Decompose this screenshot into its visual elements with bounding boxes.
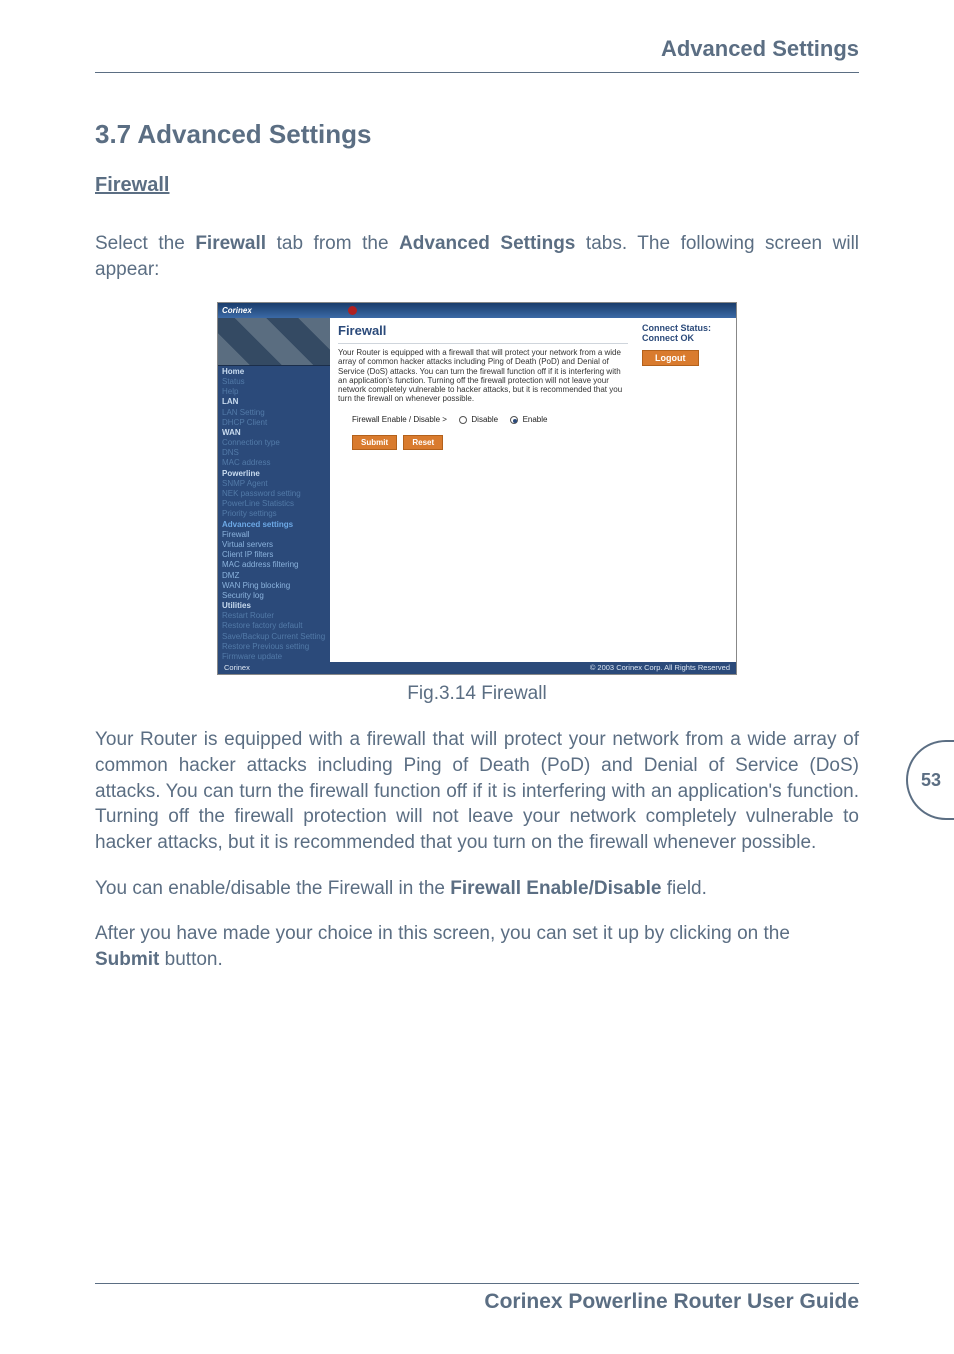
intro-pre: Select the — [95, 233, 195, 254]
nav-item[interactable]: Powerline — [218, 468, 330, 478]
nav-item[interactable]: MAC address filtering — [218, 560, 330, 570]
ss-brand-thumb — [218, 318, 330, 366]
logout-button[interactable]: Logout — [642, 350, 699, 366]
nav-item[interactable]: NEK password setting — [218, 489, 330, 499]
bp3-post: button. — [159, 949, 222, 970]
nav-item[interactable]: Home — [218, 366, 330, 376]
nav-item[interactable]: Restore factory default — [218, 621, 330, 631]
close-icon[interactable] — [348, 306, 357, 315]
intro-paragraph: Select the Firewall tab from the Advance… — [95, 231, 859, 282]
ss-description: Your Router is equipped with a firewall … — [338, 348, 628, 403]
ss-toggle-row: Firewall Enable / Disable > Disable Enab… — [352, 415, 628, 424]
radio-disable-label: Disable — [471, 415, 498, 424]
bp3-b1: Submit — [95, 949, 159, 970]
ss-sidebar: HomeStatusHelpLANLAN SettingDHCP ClientW… — [218, 318, 330, 661]
ss-hr — [338, 343, 628, 344]
nav-item[interactable]: Firewall — [218, 529, 330, 539]
body-para-3: After you have made your choice in this … — [95, 921, 859, 972]
nav-item[interactable]: LAN — [218, 397, 330, 407]
nav-item[interactable]: Help — [218, 387, 330, 397]
nav-item[interactable]: Save/Backup Current Setting — [218, 631, 330, 641]
nav-item[interactable]: SNMP Agent — [218, 478, 330, 488]
bottom-rule — [95, 1283, 859, 1284]
bp2-pre: You can enable/disable the Firewall in t… — [95, 878, 450, 899]
section-heading: 3.7 Advanced Settings — [95, 119, 859, 150]
bp2-post: field. — [661, 878, 706, 899]
nav-item[interactable]: Restore Previous setting — [218, 641, 330, 651]
footer: Corinex Powerline Router User Guide — [95, 1283, 859, 1314]
radio-enable-label: Enable — [523, 415, 548, 424]
screenshot: Corinex HomeStatusHelpLANLAN SettingDHCP… — [217, 302, 737, 675]
body-para-2: You can enable/disable the Firewall in t… — [95, 876, 859, 902]
nav-item[interactable]: Utilities — [218, 601, 330, 611]
sub-heading: Firewall — [95, 174, 859, 197]
nav-item[interactable]: Status — [218, 376, 330, 386]
nav-item[interactable]: Security log — [218, 590, 330, 600]
ss-panel-title: Firewall — [338, 324, 628, 339]
nav-item[interactable]: Priority settings — [218, 509, 330, 519]
ss-footer-copy: © 2003 Corinex Corp. All Rights Reserved — [590, 664, 730, 673]
ss-titlebar: Corinex — [218, 303, 736, 318]
radio-enable[interactable] — [510, 416, 518, 424]
ss-right-panel: Connect Status: Connect OK Logout — [636, 318, 736, 661]
nav-item[interactable]: PowerLine Statistics — [218, 499, 330, 509]
nav-item[interactable]: Advanced settings — [218, 519, 330, 529]
ss-nav[interactable]: HomeStatusHelpLANLAN SettingDHCP ClientW… — [218, 366, 330, 661]
intro-mid: tab from the — [266, 233, 399, 254]
radio-disable[interactable] — [459, 416, 467, 424]
nav-item[interactable]: Virtual servers — [218, 539, 330, 549]
intro-b2: Advanced Settings — [399, 233, 575, 254]
nav-item[interactable]: WAN Ping blocking — [218, 580, 330, 590]
running-header: Advanced Settings — [95, 30, 859, 66]
ss-main: Firewall Your Router is equipped with a … — [330, 318, 636, 661]
nav-item[interactable]: MAC address — [218, 458, 330, 468]
footer-text: Corinex Powerline Router User Guide — [95, 1290, 859, 1314]
bp2-b1: Firewall Enable/Disable — [450, 878, 661, 899]
ss-toggle-label: Firewall Enable / Disable > — [352, 415, 447, 424]
nav-item[interactable]: Connection type — [218, 438, 330, 448]
ss-footer-brand: Corinex — [224, 664, 250, 673]
submit-button[interactable]: Submit — [352, 435, 397, 450]
figure-caption: Fig.3.14 Firewall — [407, 683, 546, 705]
intro-b1: Firewall — [195, 233, 266, 254]
nav-item[interactable]: Restart Router — [218, 611, 330, 621]
bp3-pre: After you have made your choice in this … — [95, 923, 790, 944]
reset-button[interactable]: Reset — [403, 435, 443, 450]
nav-item[interactable]: WAN — [218, 427, 330, 437]
nav-item[interactable]: Client IP filters — [218, 550, 330, 560]
nav-item[interactable]: DMZ — [218, 570, 330, 580]
top-rule — [95, 72, 859, 73]
nav-item[interactable]: DNS — [218, 448, 330, 458]
nav-item[interactable]: Firmware update — [218, 652, 330, 662]
ss-buttons: Submit Reset — [352, 435, 628, 450]
status-value: Connect OK — [642, 334, 730, 344]
nav-item[interactable]: DHCP Client — [218, 417, 330, 427]
page-number: 53 — [921, 770, 941, 791]
body-para-1: Your Router is equipped with a firewall … — [95, 727, 859, 855]
ss-brand: Corinex — [222, 306, 252, 315]
nav-item[interactable]: LAN Setting — [218, 407, 330, 417]
figure: Corinex HomeStatusHelpLANLAN SettingDHCP… — [95, 302, 859, 705]
ss-footer: Corinex © 2003 Corinex Corp. All Rights … — [218, 662, 736, 675]
